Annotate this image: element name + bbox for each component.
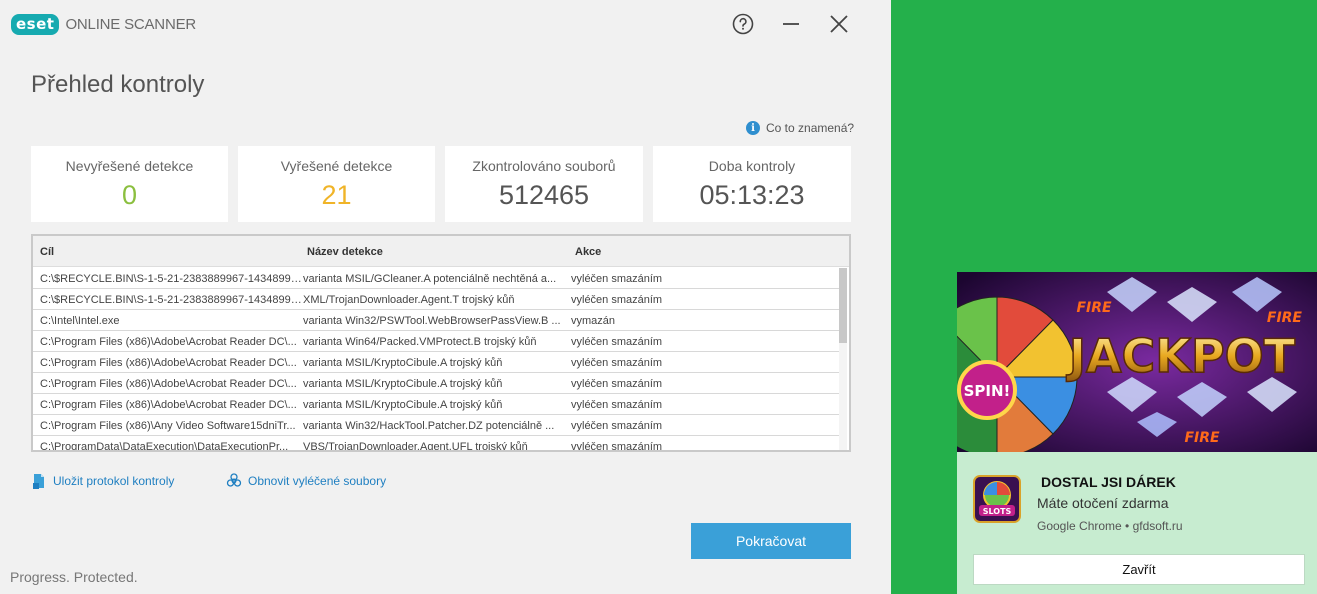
cell-detection: varianta MSIL/KryptoCibule.A trojský kůň	[303, 399, 503, 411]
table-row[interactable]: C:\ProgramData\DataExecution\DataExecuti…	[33, 436, 839, 452]
cell-action: vyléčen smazáním	[571, 294, 663, 306]
ad-jackpot-text: JACKPOT	[1066, 329, 1296, 383]
product-name: ONLINE SCANNER	[65, 15, 197, 33]
cell-action: vyléčen smazáním	[571, 273, 663, 285]
slot-machine-ad-image: SPIN! JACKPOT FIRE FIRE FIRE	[957, 272, 1317, 452]
cell-action: vyléčen smazáním	[571, 357, 663, 369]
toast-notification[interactable]: SPIN! JACKPOT FIRE FIRE FIRE SLOTS DOSTA…	[957, 272, 1317, 594]
cell-target: C:\$RECYCLE.BIN\S-1-5-21-2383889967-1434…	[40, 273, 302, 285]
table-body: C:\$RECYCLE.BIN\S-1-5-21-2383889967-1434…	[33, 268, 839, 452]
footer-tagline: Progress. Protected.	[10, 569, 138, 585]
continue-button[interactable]: Pokračovat	[691, 523, 851, 559]
column-header-action[interactable]: Akce	[575, 246, 601, 258]
cell-detection: varianta Win32/HackTool.Patcher.DZ poten…	[303, 420, 555, 432]
help-icon[interactable]	[731, 12, 755, 36]
stat-resolved: Vyřešené detekce 21	[238, 146, 435, 222]
info-link-label: Co to znamená?	[766, 121, 855, 135]
column-header-target[interactable]: Cíl	[40, 246, 54, 258]
eset-logo: eset ONLINE SCANNER	[11, 13, 196, 35]
cell-target: C:\Program Files (x86)\Adobe\Acrobat Rea…	[40, 357, 297, 369]
cell-detection: varianta MSIL/KryptoCibule.A trojský kůň	[303, 378, 503, 390]
save-log-link[interactable]: Uložit protokol kontroly	[31, 473, 174, 489]
cell-action: vyléčen smazáním	[571, 399, 663, 411]
cell-detection: varianta Win32/PSWTool.WebBrowserPassVie…	[303, 315, 561, 327]
info-icon: i	[746, 121, 760, 135]
column-header-detection[interactable]: Název detekce	[307, 246, 383, 258]
notification-title: DOSTAL JSI DÁREK	[1041, 474, 1176, 490]
stat-value: 21	[321, 180, 352, 210]
ad-fire-text-right: FIRE	[1267, 310, 1303, 326]
stat-scanned-files: Zkontrolováno souborů 512465	[445, 146, 643, 222]
cell-target: C:\Program Files (x86)\Any Video Softwar…	[40, 420, 296, 432]
table-scrollbar-thumb[interactable]	[839, 268, 847, 343]
table-row[interactable]: C:\Program Files (x86)\Adobe\Acrobat Rea…	[33, 394, 839, 415]
cell-target: C:\Program Files (x86)\Adobe\Acrobat Rea…	[40, 399, 297, 411]
stat-label: Doba kontroly	[708, 158, 796, 174]
ad-fire-text-left: FIRE	[1076, 300, 1112, 316]
dismiss-button[interactable]: Zavřít	[973, 554, 1305, 585]
restore-files-label: Obnovit vyléčené soubory	[248, 474, 387, 488]
document-icon	[33, 474, 44, 489]
table-row[interactable]: C:\Program Files (x86)\Adobe\Acrobat Rea…	[33, 331, 839, 352]
cell-detection: varianta MSIL/KryptoCibule.A trojský kůň	[303, 357, 503, 369]
minimize-icon[interactable]	[779, 12, 803, 36]
ad-fire-text-bottom: FIRE	[1184, 430, 1220, 446]
slots-icon-text: SLOTS	[983, 507, 1012, 516]
cell-target: C:\ProgramData\DataExecution\DataExecuti…	[40, 441, 289, 452]
cell-action: vyléčen smazáním	[571, 378, 663, 390]
restore-files-link[interactable]: Obnovit vyléčené soubory	[226, 473, 386, 489]
stat-value: 0	[121, 180, 138, 210]
eset-window: eset ONLINE SCANNER Přehled kontroly i C…	[0, 0, 891, 594]
close-icon[interactable]	[827, 12, 851, 36]
stat-label: Nevyřešené detekce	[65, 158, 194, 174]
cell-detection: VBS/TrojanDownloader.Agent.UFL trojský k…	[303, 441, 528, 452]
save-log-label: Uložit protokol kontroly	[53, 474, 175, 488]
ad-spin-badge-text: SPIN!	[964, 382, 1011, 400]
table-row[interactable]: C:\$RECYCLE.BIN\S-1-5-21-2383889967-1434…	[33, 268, 839, 289]
biohazard-icon	[226, 473, 242, 487]
cell-action: vymazán	[571, 315, 616, 327]
cell-detection: XML/TrojanDownloader.Agent.T trojský kůň	[303, 294, 515, 306]
cell-target: C:\Intel\Intel.exe	[40, 315, 120, 327]
table-row[interactable]: C:\Program Files (x86)\Any Video Softwar…	[33, 415, 839, 436]
detections-table: Cíl Název detekce Akce C:\$RECYCLE.BIN\S…	[31, 234, 851, 452]
stat-label: Vyřešené detekce	[280, 158, 393, 174]
stat-label: Zkontrolováno souborů	[472, 158, 616, 174]
cell-target: C:\Program Files (x86)\Adobe\Acrobat Rea…	[40, 378, 297, 390]
table-row[interactable]: C:\Intel\Intel.exe varianta Win32/PSWTool…	[33, 310, 839, 331]
slots-app-icon: SLOTS	[973, 475, 1021, 523]
page-title: Přehled kontroly	[31, 71, 205, 98]
stat-scan-duration: Doba kontroly 05:13:23	[653, 146, 851, 222]
table-row[interactable]: C:\$RECYCLE.BIN\S-1-5-21-2383889967-1434…	[33, 289, 839, 310]
cell-action: vyléčen smazáním	[571, 336, 663, 348]
cell-target: C:\$RECYCLE.BIN\S-1-5-21-2383889967-1434…	[40, 294, 302, 306]
table-row[interactable]: C:\Program Files (x86)\Adobe\Acrobat Rea…	[33, 352, 839, 373]
notification-source: Google Chrome • gfdsoft.ru	[1037, 519, 1183, 533]
notification-body: Máte otočení zdarma	[1037, 495, 1169, 511]
table-row[interactable]: C:\Program Files (x86)\Adobe\Acrobat Rea…	[33, 373, 839, 394]
cell-target: C:\Program Files (x86)\Adobe\Acrobat Rea…	[40, 336, 297, 348]
cell-action: vyléčen smazáním	[571, 441, 663, 452]
info-link[interactable]: i Co to znamená?	[746, 121, 854, 135]
stat-value: 05:13:23	[699, 180, 805, 210]
cell-detection: varianta MSIL/GCleaner.A potenciálně nec…	[303, 273, 557, 285]
table-header: Cíl Název detekce Akce	[33, 236, 849, 267]
stat-value: 512465	[498, 180, 590, 210]
eset-logo-badge: eset	[11, 13, 60, 35]
stat-unresolved: Nevyřešené detekce 0	[31, 146, 228, 222]
cell-detection: varianta Win64/Packed.VMProtect.B trojsk…	[303, 336, 537, 348]
cell-action: vyléčen smazáním	[571, 420, 663, 432]
